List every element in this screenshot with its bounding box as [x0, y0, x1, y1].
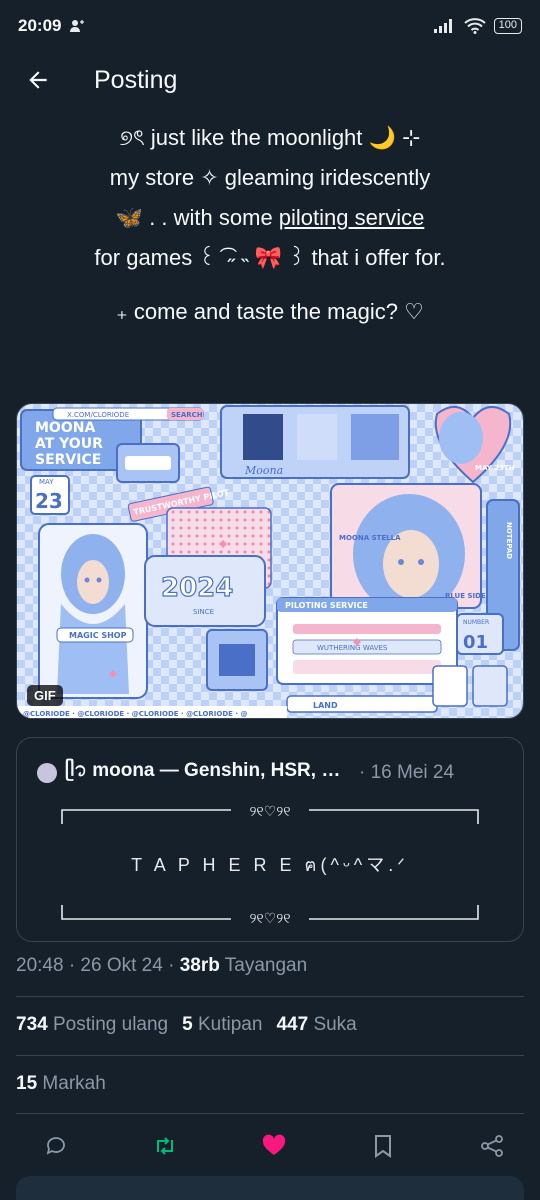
tap-here-text: T A P H E R E ฅ(^ᵕ^マ.ᐟ: [131, 855, 409, 875]
banner-num: 01: [463, 632, 488, 653]
post-line-5: ₊ come and taste the magic? ♡: [116, 299, 424, 324]
divider: [16, 1113, 524, 1114]
like-button[interactable]: [256, 1128, 292, 1164]
status-bar: 20:09 100: [0, 0, 540, 52]
likes-stat[interactable]: 447 Suka: [276, 1014, 356, 1036]
app-header: Posting: [0, 52, 540, 108]
gif-badge: GIF: [27, 685, 63, 706]
post-timestamp-views: 20:48 · 26 Okt 24 · 38rb Tayangan: [16, 955, 307, 977]
divider: [16, 1055, 524, 1056]
quote-author-name[interactable]: ᥫ᭡ moona — Genshin, HSR, Wu...: [65, 756, 355, 790]
banner-number: NUMBER: [463, 619, 489, 626]
banner-blue: BLUE SIDE: [445, 592, 486, 600]
banner-magic: MAGIC SHOP: [69, 631, 127, 640]
banner-year: 2024: [161, 573, 233, 603]
reply-icon: [46, 1137, 65, 1155]
banner-day: 23: [35, 489, 63, 513]
views-label: Tayangan: [219, 955, 308, 976]
piloting-service-link[interactable]: piloting service: [279, 205, 425, 230]
wifi-icon: [463, 18, 486, 34]
banner-title-2: AT YOUR: [35, 436, 103, 452]
banner-since: SINCE: [193, 608, 214, 616]
arrow-left-icon: [29, 71, 47, 89]
quote-header: ᥫ᭡ moona — Genshin, HSR, Wu... · 16 Mei …: [17, 738, 523, 790]
banner-may2: MAY 23TH: [475, 464, 515, 472]
reply-button[interactable]: [38, 1128, 74, 1164]
banner-search: SEARCH: [171, 411, 203, 419]
page-title: Posting: [94, 65, 178, 94]
bookmark-icon: [375, 1135, 391, 1158]
banner-ww: WUTHERING WAVES: [317, 644, 388, 652]
post-line-3: 🦋 . . with some piloting service: [0, 198, 540, 238]
views-count[interactable]: 38rb: [180, 955, 220, 976]
quote-date: · 16 Mei 24: [359, 762, 455, 783]
bottom-frame-ornament: ୨୧♡୨୧: [61, 905, 479, 925]
banner-title-1: MOONA: [35, 420, 95, 436]
banner-title-3: SERVICE: [35, 452, 101, 468]
battery-icon: 100: [493, 18, 522, 34]
bookmark-button[interactable]: [365, 1128, 401, 1164]
store-banner-image: MOONA AT YOUR SERVICE X.COM/CLORIODE SEA…: [17, 404, 523, 718]
banner-url: X.COM/CLORIODE: [67, 411, 129, 419]
post-media-gif[interactable]: MOONA AT YOUR SERVICE X.COM/CLORIODE SEA…: [16, 403, 524, 719]
share-button[interactable]: [474, 1128, 510, 1164]
repost-button[interactable]: [147, 1128, 183, 1164]
avatar[interactable]: [37, 763, 57, 783]
signal-icon: [433, 19, 452, 33]
back-button[interactable]: [10, 52, 66, 108]
share-icon: [481, 1135, 503, 1157]
repost-icon: [157, 1137, 173, 1155]
banner-stella: MOONA STELLA: [339, 534, 401, 542]
divider: [16, 996, 524, 997]
quoted-post-card[interactable]: ᥫ᭡ moona — Genshin, HSR, Wu... · 16 Mei …: [16, 737, 524, 942]
post-text: ୭ৎ just like the moonlight 🌙 ⊹ my store …: [0, 118, 540, 332]
person-add-icon: [70, 20, 85, 32]
engagement-stats: 734 Posting ulang 5 Kutipan 447 Suka: [16, 1014, 357, 1036]
banner-moona: Moona: [244, 464, 283, 477]
quote-body: ୨୧♡୨୧ T A P H E R E ฅ(^ᵕ^マ.ᐟ ୨୧♡୨୧: [17, 804, 523, 925]
banner-notepad: NOTEPAD: [505, 522, 513, 559]
post-line-3-text: 🦋 . . with some: [115, 205, 279, 230]
reply-composer-bar[interactable]: [16, 1176, 524, 1200]
post-timestamp: 20:48 · 26 Okt 24 ·: [16, 955, 180, 976]
post-line-2: my store ✧ gleaming iridescently: [109, 165, 431, 190]
action-bar: [0, 1124, 540, 1168]
ornament-bottom: ୨୧♡୨୧: [249, 911, 290, 925]
reposts-stat[interactable]: 734 Posting ulang: [16, 1014, 168, 1036]
banner-land: LAND: [313, 701, 338, 710]
status-time: 20:09: [18, 16, 62, 35]
quotes-stat[interactable]: 5 Kutipan: [182, 1014, 262, 1036]
heart-icon: [262, 1134, 286, 1155]
ornament-top: ୨୧♡୨୧: [249, 804, 290, 820]
banner-piloting: PILOTING SERVICE: [285, 601, 368, 610]
banner-may: MAY: [39, 478, 54, 486]
banner-footer: @CLORIODE · @CLORIODE · @CLORIODE · @CLO…: [23, 710, 247, 718]
top-frame-ornament: ୨୧♡୨୧: [61, 804, 479, 824]
bookmarks-stat[interactable]: 15 Markah: [16, 1073, 106, 1095]
post-line-1: ୭ৎ just like the moonlight 🌙 ⊹: [119, 125, 421, 150]
post-line-4: for games ꒰ ͡ ˶ ˵ 🎀 ꒱ that i offer for.: [94, 245, 446, 270]
